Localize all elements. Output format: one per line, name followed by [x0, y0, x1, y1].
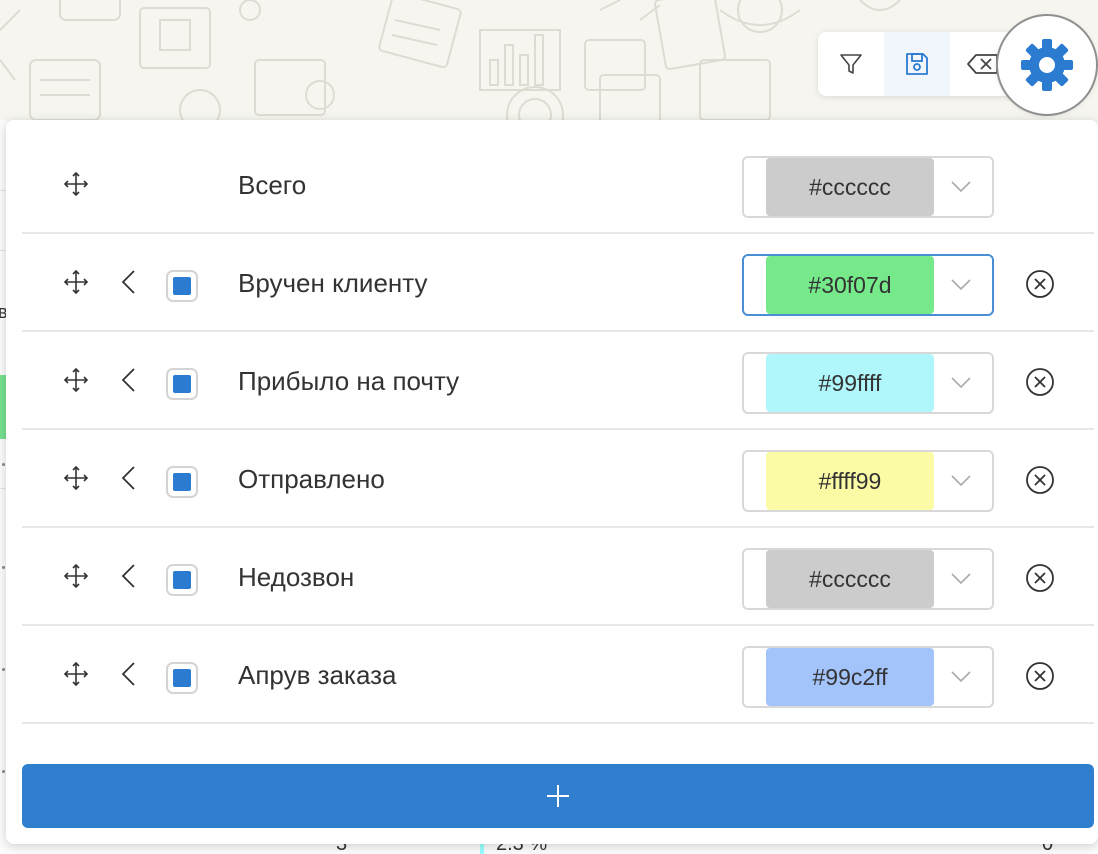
- dot: [2, 668, 5, 671]
- checkbox-fill: [173, 277, 191, 295]
- chevron-down-icon: [950, 470, 972, 492]
- visibility-checkbox[interactable]: [166, 564, 198, 596]
- color-swatch: #99ffff: [766, 354, 934, 412]
- add-status-button[interactable]: [22, 764, 1094, 828]
- chevron-down-icon: [950, 372, 972, 394]
- color-swatch: #99c2ff: [766, 648, 934, 706]
- save-button[interactable]: [884, 32, 950, 96]
- clear-icon: [967, 54, 998, 74]
- status-row: Отправлено #ffff99: [22, 430, 1094, 528]
- status-row: Недозвон #cccccc: [22, 528, 1094, 626]
- drag-handle-icon[interactable]: [62, 464, 90, 492]
- chevron-left-icon[interactable]: [116, 562, 140, 590]
- checkbox-fill: [173, 571, 191, 589]
- gear-icon: [1021, 39, 1073, 91]
- filter-button[interactable]: [818, 32, 884, 96]
- drag-handle-icon[interactable]: [62, 660, 90, 688]
- color-select[interactable]: #99ffff: [742, 352, 994, 414]
- chevron-down-icon: [950, 176, 972, 198]
- checkbox-fill: [173, 375, 191, 393]
- visibility-checkbox[interactable]: [166, 368, 198, 400]
- remove-circle-icon[interactable]: [1024, 366, 1056, 398]
- color-swatch: #cccccc: [766, 550, 934, 608]
- status-row: Всего #cccccc: [22, 136, 1094, 234]
- color-swatch: #cccccc: [766, 158, 934, 216]
- color-swatch: #30f07d: [766, 256, 934, 314]
- drag-handle-icon[interactable]: [62, 366, 90, 394]
- chevron-down-icon: [950, 274, 972, 296]
- color-select[interactable]: #cccccc: [742, 548, 994, 610]
- color-swatch: #ffff99: [766, 452, 934, 510]
- status-label: Недозвон: [238, 562, 355, 592]
- chevron-left-icon[interactable]: [116, 268, 140, 296]
- status-settings-panel: Всего #cccccc Вручен клиенту #30f07d При…: [6, 120, 1098, 844]
- checkbox-fill: [173, 473, 191, 491]
- dot: [2, 566, 5, 569]
- drag-handle-icon[interactable]: [62, 268, 90, 296]
- chevron-left-icon[interactable]: [116, 464, 140, 492]
- status-label: Прибыло на почту: [238, 366, 460, 396]
- status-label: Отправлено: [238, 464, 385, 494]
- chevron-down-icon: [950, 568, 972, 590]
- color-select[interactable]: #99c2ff: [742, 646, 994, 708]
- drag-handle-icon[interactable]: [62, 562, 90, 590]
- color-select[interactable]: #30f07d: [742, 254, 994, 316]
- status-label: Всего: [238, 170, 307, 200]
- status-label: Вручен клиенту: [238, 268, 428, 298]
- chevron-left-icon[interactable]: [116, 366, 140, 394]
- color-select[interactable]: #ffff99: [742, 450, 994, 512]
- visibility-checkbox[interactable]: [166, 466, 198, 498]
- filter-icon: [840, 54, 862, 74]
- settings-button[interactable]: [996, 14, 1098, 116]
- checkbox-fill: [173, 669, 191, 687]
- dot: [2, 463, 5, 466]
- remove-circle-icon[interactable]: [1024, 268, 1056, 300]
- remove-circle-icon[interactable]: [1024, 464, 1056, 496]
- remove-circle-icon[interactable]: [1024, 660, 1056, 692]
- chevron-left-icon[interactable]: [116, 660, 140, 688]
- save-icon: [906, 53, 928, 75]
- chevron-down-icon: [950, 666, 972, 688]
- status-row: Прибыло на почту #99ffff: [22, 332, 1094, 430]
- status-row: Апрув заказа #99c2ff: [22, 626, 1094, 724]
- toolbar: [818, 32, 1018, 96]
- drag-handle-icon[interactable]: [62, 170, 90, 198]
- remove-circle-icon[interactable]: [1024, 562, 1056, 594]
- status-row: Вручен клиенту #30f07d: [22, 234, 1094, 332]
- color-select[interactable]: #cccccc: [742, 156, 994, 218]
- plus-icon: [547, 785, 569, 807]
- visibility-checkbox[interactable]: [166, 270, 198, 302]
- visibility-checkbox[interactable]: [166, 662, 198, 694]
- status-label: Апрув заказа: [238, 660, 397, 690]
- dot: [2, 770, 5, 773]
